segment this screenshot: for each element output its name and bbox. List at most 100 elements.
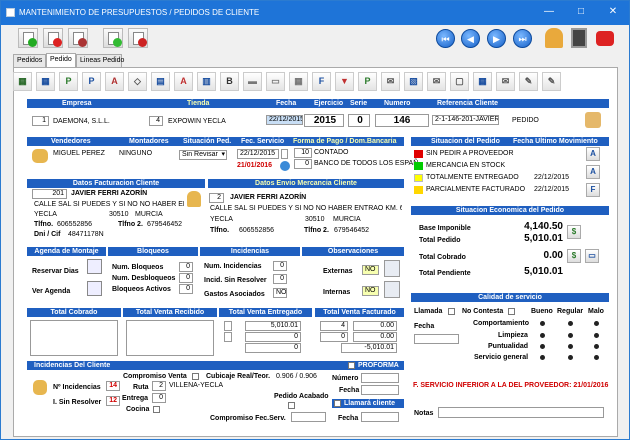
- agenda-grid-icon[interactable]: [87, 281, 102, 296]
- situacion-select[interactable]: Sin Revisar ▾: [179, 150, 227, 160]
- fecha-field[interactable]: 22/12/2015: [266, 115, 303, 125]
- radio-malo[interactable]: [594, 333, 599, 338]
- tab-lineas-pedido[interactable]: Lineas Pedido: [76, 54, 124, 67]
- incidencia-value[interactable]: 0: [273, 261, 287, 271]
- proforma-checkbox[interactable]: [348, 362, 355, 369]
- entregado-value[interactable]: 0: [245, 343, 301, 353]
- envio-code[interactable]: 2: [209, 193, 224, 203]
- entregado-scroll[interactable]: [224, 332, 232, 342]
- bloqueo-value[interactable]: 0: [179, 273, 193, 283]
- serie-field[interactable]: 0: [348, 114, 370, 127]
- sin-resolver-value[interactable]: 12: [106, 396, 120, 406]
- radio-bueno[interactable]: [540, 321, 545, 326]
- bloqueo-value[interactable]: 0: [179, 284, 193, 294]
- vendor-people-icon[interactable]: [32, 149, 48, 163]
- internas-value[interactable]: NO: [362, 286, 379, 296]
- close-button[interactable]: ✕: [605, 5, 621, 19]
- toolbar-tool-icon[interactable]: ▦: [36, 72, 55, 91]
- notas-field[interactable]: [438, 407, 604, 418]
- fec-servicio-dropdown[interactable]: [281, 149, 288, 159]
- entrega-value[interactable]: 0: [152, 393, 166, 403]
- empresa-code[interactable]: 1: [32, 116, 49, 126]
- calidad-fecha-field[interactable]: [414, 334, 459, 344]
- toolbar-tool-icon[interactable]: ▦: [473, 72, 492, 91]
- cards-icon[interactable]: ▭: [585, 249, 599, 263]
- toolbar-tool-icon[interactable]: ▧: [404, 72, 423, 91]
- toolbar-tool-icon[interactable]: ▢: [450, 72, 469, 91]
- tienda-code[interactable]: 4: [149, 116, 163, 126]
- toolbar-tool-icon[interactable]: P: [82, 72, 101, 91]
- albaran-a-button[interactable]: A: [586, 147, 600, 161]
- radio-malo[interactable]: [594, 344, 599, 349]
- facturado-value[interactable]: 0: [320, 332, 348, 342]
- radio-bueno[interactable]: [540, 355, 545, 360]
- toolbar-tool-icon[interactable]: ✉: [496, 72, 515, 91]
- note-edit-icon[interactable]: [384, 281, 400, 298]
- next-record-button[interactable]: ▶: [487, 29, 506, 48]
- incidencia-value[interactable]: 0: [273, 274, 287, 284]
- fec-servicio-field[interactable]: 22/12/2015: [237, 149, 279, 159]
- tab-pedido[interactable]: Pedido: [46, 53, 76, 67]
- llamara-fecha-field[interactable]: [361, 412, 399, 422]
- numero-field[interactable]: 146: [375, 114, 429, 127]
- toolbar-tool-icon[interactable]: ▤: [151, 72, 170, 91]
- compromiso-venta-checkbox[interactable]: [192, 373, 199, 380]
- edit-document-button[interactable]: [68, 28, 88, 48]
- radio-bueno[interactable]: [540, 344, 545, 349]
- toolbar-tool-icon[interactable]: B: [220, 72, 239, 91]
- client-person-icon[interactable]: [187, 191, 201, 207]
- proforma-numero-field[interactable]: [361, 373, 399, 383]
- note-edit-icon[interactable]: [384, 260, 400, 277]
- toolbar-tool-icon[interactable]: ✎: [542, 72, 561, 91]
- toolbar-tool-icon[interactable]: ◇: [128, 72, 147, 91]
- calendar-info-icon[interactable]: [280, 161, 290, 171]
- new-document-button[interactable]: [18, 28, 38, 48]
- externas-value[interactable]: NO: [362, 265, 379, 275]
- toolbar-tool-icon[interactable]: ▦: [13, 72, 32, 91]
- banco-code[interactable]: 0: [294, 159, 312, 169]
- hand-pointer-icon[interactable]: [585, 112, 601, 128]
- calendar-icon[interactable]: [87, 259, 102, 274]
- toolbar-tool-icon[interactable]: ▭: [266, 72, 285, 91]
- albaran-a2-button[interactable]: A: [586, 165, 600, 179]
- first-record-button[interactable]: ⏮: [436, 29, 455, 48]
- cliente-code[interactable]: 201: [32, 189, 67, 199]
- facturado-value[interactable]: 4: [320, 321, 348, 331]
- factura-f-button[interactable]: F: [586, 183, 600, 197]
- bloqueo-value[interactable]: 0: [179, 262, 193, 272]
- toolbar-tool-icon[interactable]: ✉: [381, 72, 400, 91]
- ruta-code[interactable]: 2: [152, 381, 166, 391]
- radio-bueno[interactable]: [540, 333, 545, 338]
- no-contesta-checkbox[interactable]: [508, 308, 515, 315]
- radio-regular[interactable]: [568, 344, 573, 349]
- radio-regular[interactable]: [568, 355, 573, 360]
- minimize-button[interactable]: —: [541, 5, 557, 19]
- prev-record-button[interactable]: ◀: [461, 29, 480, 48]
- toolbar-tool-icon[interactable]: F: [312, 72, 331, 91]
- pedido-acabado-checkbox[interactable]: [288, 402, 295, 409]
- proforma-fecha-field[interactable]: [361, 385, 399, 395]
- accept-button[interactable]: [103, 28, 123, 48]
- toolbar-tool-icon[interactable]: A: [174, 72, 193, 91]
- compromiso-fec-field[interactable]: [291, 412, 326, 422]
- cocina-checkbox[interactable]: [153, 406, 160, 413]
- facturado-value[interactable]: -5,010.01: [341, 343, 397, 353]
- cobrado-list[interactable]: [30, 320, 118, 356]
- toolbar-tool-icon[interactable]: ✎: [519, 72, 538, 91]
- forma-pago-code[interactable]: 10: [294, 148, 312, 158]
- radio-malo[interactable]: [594, 321, 599, 326]
- toolbar-tool-icon[interactable]: ▼: [335, 72, 354, 91]
- radio-regular[interactable]: [568, 321, 573, 326]
- gastos-value[interactable]: NO: [273, 288, 287, 298]
- radio-malo[interactable]: [594, 355, 599, 360]
- user-icon[interactable]: [545, 28, 563, 48]
- ejercicio-field[interactable]: 2015: [304, 114, 344, 127]
- radio-regular[interactable]: [568, 333, 573, 338]
- facturado-right[interactable]: 0.00: [353, 332, 397, 342]
- toolbox-icon[interactable]: [596, 31, 614, 46]
- toolbar-tool-icon[interactable]: ▥: [197, 72, 216, 91]
- exit-door-icon[interactable]: [571, 28, 587, 48]
- llamara-checkbox[interactable]: [334, 400, 341, 407]
- cancel-button[interactable]: [128, 28, 148, 48]
- tab-pedidos[interactable]: Pedidos: [13, 54, 46, 67]
